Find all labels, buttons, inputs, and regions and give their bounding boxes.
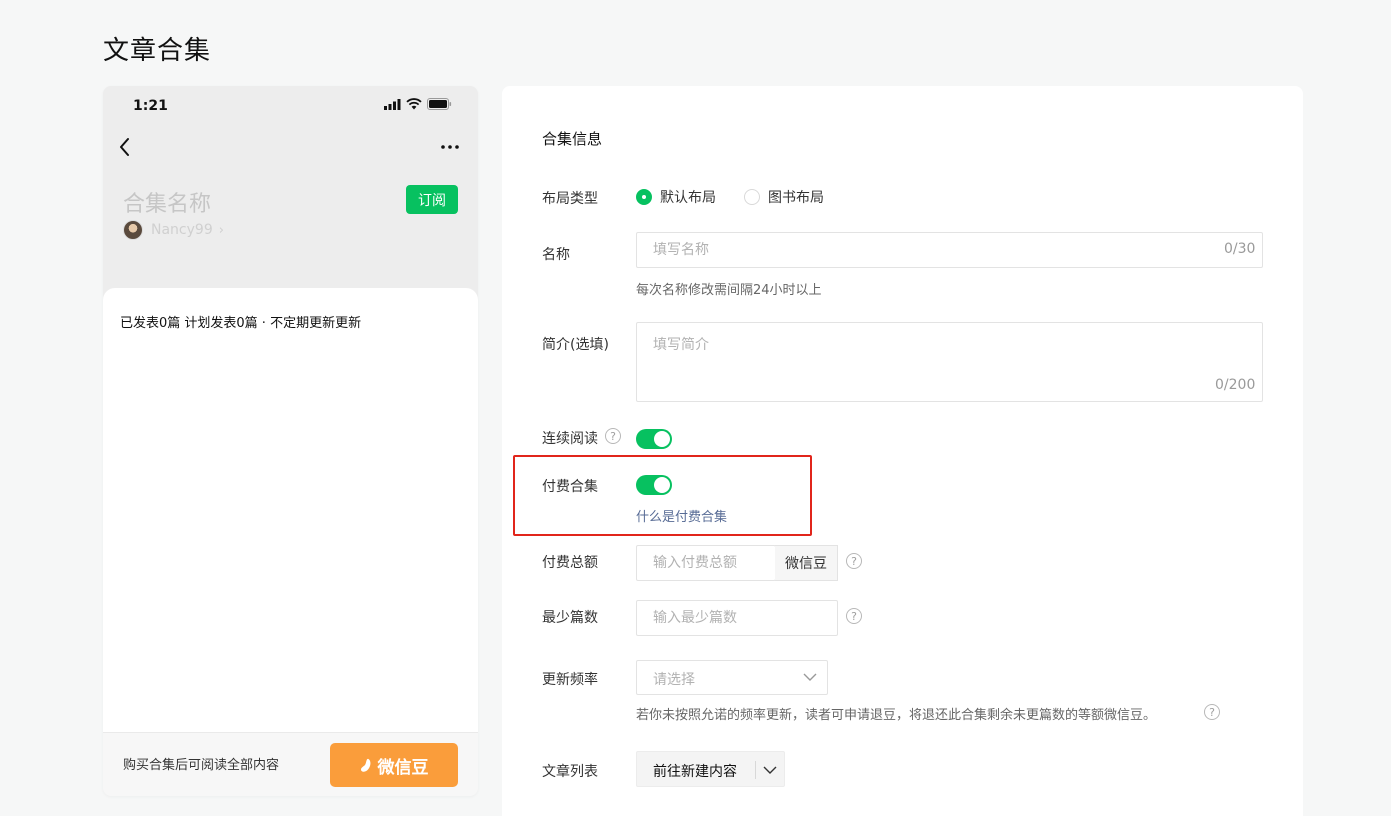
total-label: 付费总额 [542,555,598,571]
radio-unchecked-icon [744,189,760,205]
phone-footer: 购买合集后可阅读全部内容 微信豆 [103,732,478,796]
radio-book-layout[interactable]: 图书布局 [744,187,824,207]
frequency-hint: 若你未按照允诺的频率更新，读者可申请退豆，将退还此合集剩余未更篇数的等额微信豆。 [636,708,1157,723]
chevron-down-icon[interactable] [763,765,777,775]
layout-radio-group: 默认布局 图书布局 [636,187,824,207]
bean-button-label: 微信豆 [377,757,429,778]
radio-label: 默认布局 [660,190,716,206]
battery-icon [427,98,452,110]
paid-toggle[interactable] [636,475,672,495]
avatar [123,220,143,240]
name-input[interactable] [636,232,1263,268]
frequency-select[interactable]: 请选择 [636,660,828,695]
collection-form: 合集信息 布局类型 默认布局 图书布局 名称 0/30 每次名称修改需间隔24小… [502,86,1303,816]
paid-label: 付费合集 [542,479,598,495]
help-icon[interactable]: ? [1204,704,1220,720]
min-count-label: 最少篇数 [542,610,598,626]
total-input[interactable] [636,545,776,581]
help-icon[interactable]: ? [846,608,862,624]
name-counter: 0/30 [1224,241,1256,257]
new-content-button[interactable]: 前往新建内容 [636,751,785,787]
status-bar: 1:21 [103,86,478,126]
name-hint: 每次名称修改需间隔24小时以上 [636,283,822,298]
phone-preview: 1:21 合集名称 Nancy99 › 订阅 已发表0篇 计划发表0篇 · 不定… [103,86,478,796]
help-icon[interactable]: ? [846,553,862,569]
min-count-input[interactable] [636,600,838,636]
radio-checked-icon [636,189,652,205]
intro-label: 简介(选填) [542,337,609,353]
divider [755,761,756,779]
new-content-label: 前往新建内容 [653,764,737,780]
articles-label: 文章列表 [542,764,598,780]
name-label: 名称 [542,247,570,263]
frequency-label: 更新频率 [542,672,598,688]
help-icon[interactable]: ? [605,428,621,444]
intro-textarea[interactable] [636,322,1263,402]
status-icons [384,97,452,111]
status-time: 1:21 [133,98,168,114]
intro-counter: 0/200 [1215,377,1256,393]
section-title: 合集信息 [542,130,603,148]
signal-icon [384,98,401,110]
collection-name: 合集名称 [123,192,212,217]
continuous-toggle[interactable] [636,429,672,449]
subscribe-button[interactable]: 订阅 [406,185,458,214]
page-title: 文章合集 [103,36,212,66]
author-name: Nancy99 [151,222,213,238]
back-icon[interactable] [117,136,133,158]
author-row[interactable]: Nancy99 › [123,220,224,240]
what-is-paid-link[interactable]: 什么是付费合集 [636,506,727,525]
chevron-down-icon [803,673,817,681]
wifi-icon [406,98,422,110]
more-icon[interactable] [440,140,460,154]
purchase-hint: 购买合集后可阅读全部内容 [123,758,280,773]
bean-icon [360,758,370,772]
continuous-label: 连续阅读 [542,431,598,447]
frequency-select-value: 请选择 [653,672,695,688]
chevron-right-icon: › [218,222,224,238]
phone-content: 已发表0篇 计划发表0篇 · 不定期更新更新 [103,288,478,732]
publish-info: 已发表0篇 计划发表0篇 · 不定期更新更新 [120,316,362,331]
layout-label: 布局类型 [542,191,598,207]
radio-default-layout[interactable]: 默认布局 [636,187,716,207]
radio-label: 图书布局 [768,190,824,206]
total-unit: 微信豆 [775,545,838,581]
wechat-bean-button[interactable]: 微信豆 [330,743,458,787]
